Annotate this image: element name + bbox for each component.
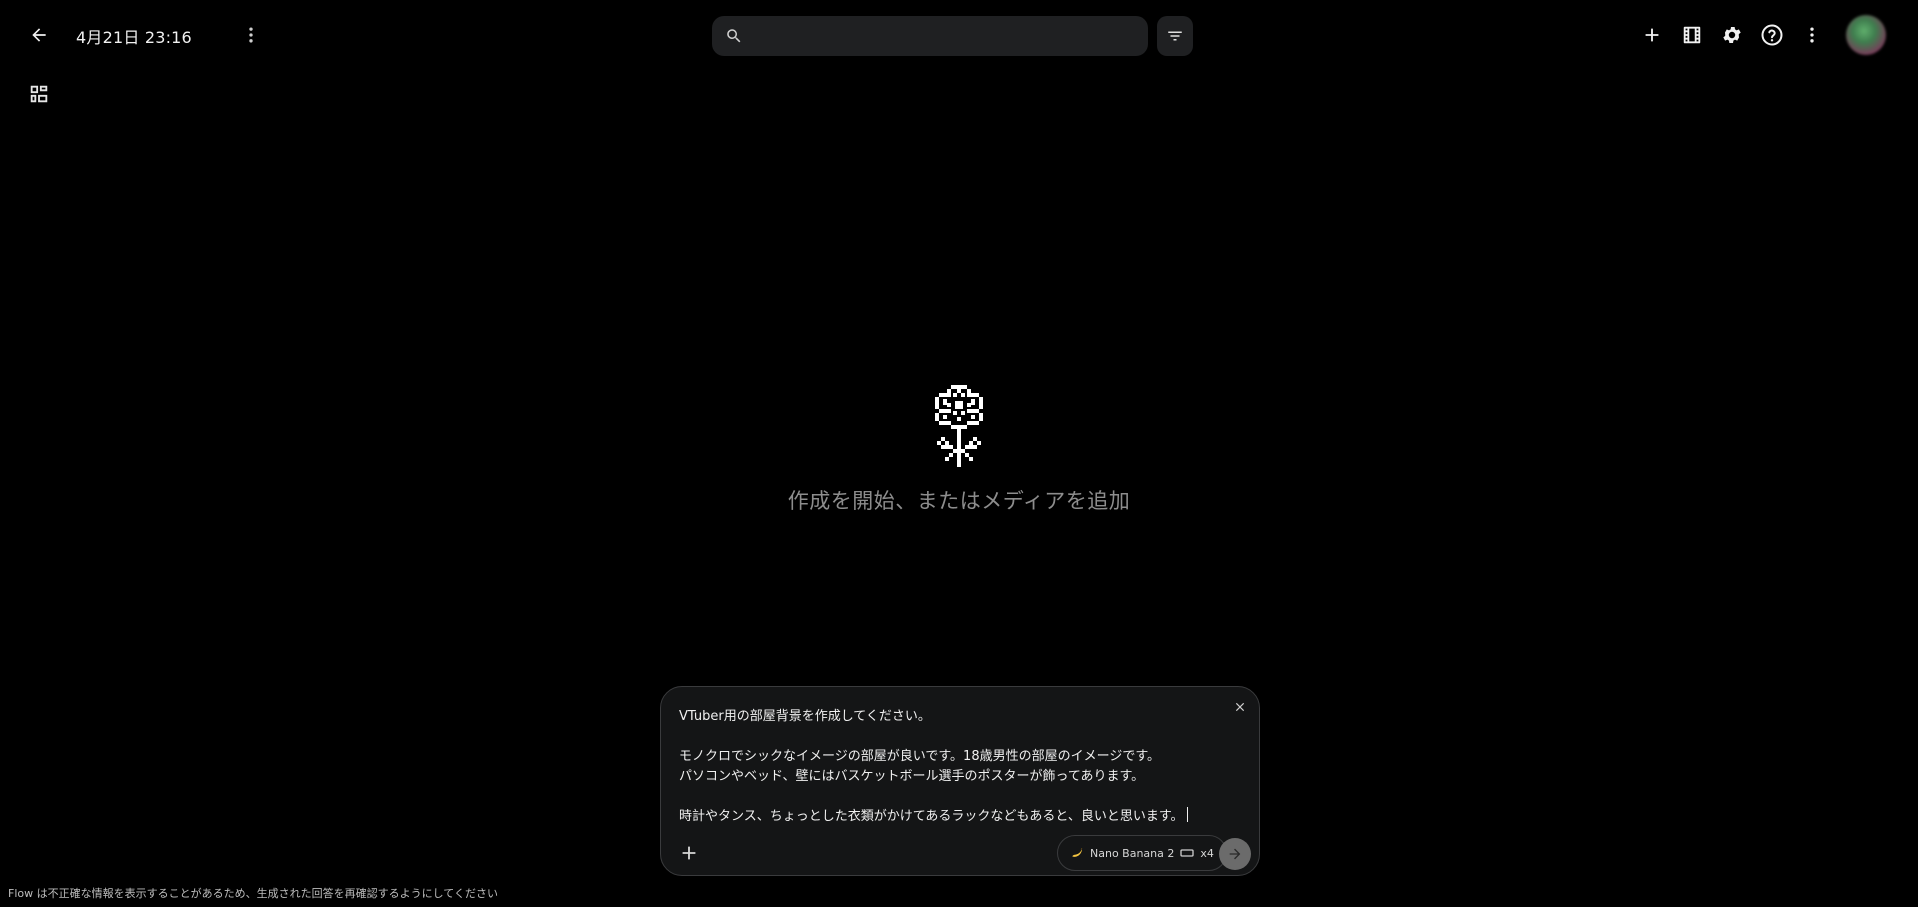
clear-prompt-button[interactable] [1231,698,1249,716]
filter-icon [1168,31,1182,41]
add-button[interactable] [1634,17,1670,53]
help-icon [1761,24,1783,46]
help-button[interactable] [1754,17,1790,53]
view-toggle-button[interactable] [21,76,57,112]
aspect-ratio-icon [1180,849,1195,857]
plus-icon [682,846,696,860]
pixel-flower-icon [935,385,983,467]
gear-icon [1723,27,1741,43]
dashboard-icon [30,85,48,103]
close-icon [1235,702,1245,712]
back-button[interactable] [21,17,57,53]
prompt-text: VTuber用の部屋背景を作成してください。 モノクロでシックなイメージの部屋が… [679,709,1184,824]
filter-button[interactable] [1157,16,1193,56]
plus-icon [1645,28,1659,42]
prompt-input[interactable]: VTuber用の部屋背景を作成してください。 モノクロでシックなイメージの部屋が… [679,707,1219,827]
more-vert-icon [249,27,253,43]
prompt-composer[interactable]: VTuber用の部屋背景を作成してください。 モノクロでシックなイメージの部屋が… [660,686,1260,876]
banana-icon [1072,848,1083,857]
model-selector[interactable]: Nano Banana 2 x4 [1057,835,1227,871]
search-input[interactable] [756,16,1148,56]
arrow-left-icon [32,28,46,42]
scenebuilder-button[interactable] [1674,17,1710,53]
text-caret [1186,807,1188,822]
model-name: Nano Banana 2 [1090,846,1175,860]
arrow-right-icon [1229,848,1241,860]
app-root: 4月21日 23:16 作成を開始、またはメディアを追加 VTuber用の部屋背… [0,0,1918,907]
settings-button[interactable] [1714,17,1750,53]
title-more-button[interactable] [233,17,269,53]
film-icon [1683,26,1701,44]
search-bar[interactable] [712,16,1148,56]
empty-state-message: 作成を開始、またはメディアを追加 [787,489,1131,513]
add-media-button[interactable] [675,839,703,867]
more-vert-icon [1810,27,1814,43]
empty-state: 作成を開始、またはメディアを追加 [0,385,1918,515]
send-button[interactable] [1219,838,1251,870]
avatar[interactable] [1846,15,1886,55]
page-title: 4月21日 23:16 [76,28,192,47]
disclaimer-text: Flow は不正確な情報を表示することがあるため、生成された回答を再確認するよう… [8,887,498,900]
search-icon [727,29,741,43]
more-options-button[interactable] [1794,17,1830,53]
output-count: x4 [1200,846,1214,860]
